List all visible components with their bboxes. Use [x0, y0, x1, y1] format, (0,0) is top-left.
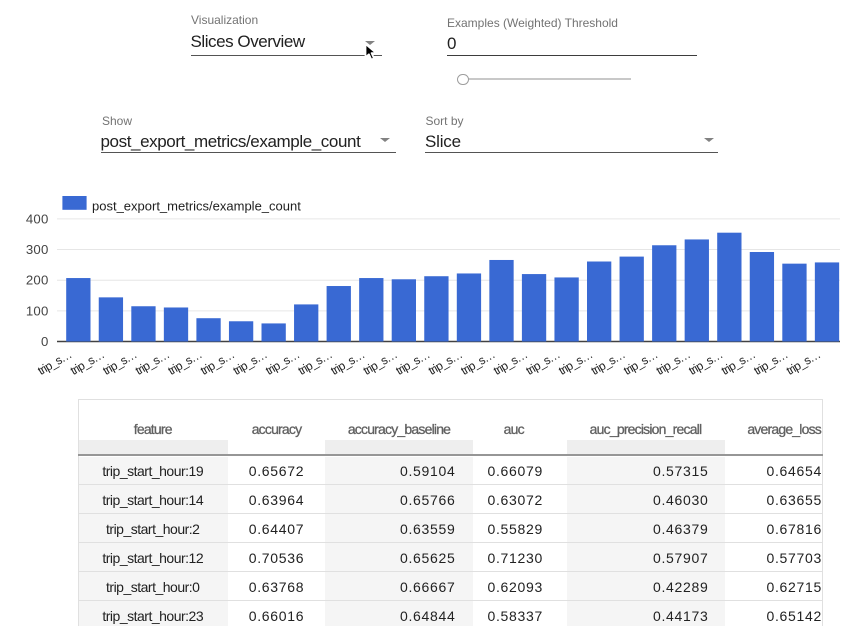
svg-text:trip_s…: trip_s…	[524, 347, 563, 377]
svg-text:0: 0	[41, 334, 49, 349]
svg-text:trip_s…: trip_s…	[491, 347, 530, 377]
svg-text:trip_s…: trip_s…	[35, 347, 74, 377]
svg-text:400: 400	[26, 211, 49, 226]
svg-text:200: 200	[26, 273, 49, 288]
svg-text:trip_s…: trip_s…	[621, 347, 660, 377]
svg-text:trip_s…: trip_s…	[328, 347, 367, 377]
svg-text:trip_s…: trip_s…	[556, 347, 595, 377]
svg-text:trip_s…: trip_s…	[654, 347, 693, 377]
svg-text:300: 300	[26, 242, 49, 257]
svg-text:trip_s…: trip_s…	[784, 347, 823, 377]
svg-text:trip_s…: trip_s…	[426, 347, 465, 377]
svg-text:trip_s…: trip_s…	[751, 347, 790, 377]
svg-text:trip_s…: trip_s…	[686, 347, 725, 377]
svg-text:trip_s…: trip_s…	[133, 347, 172, 377]
svg-text:trip_s…: trip_s…	[100, 347, 139, 377]
svg-text:trip_s…: trip_s…	[296, 347, 335, 377]
svg-text:100: 100	[26, 303, 49, 318]
svg-text:trip_s…: trip_s…	[165, 347, 204, 377]
svg-text:trip_s…: trip_s…	[719, 347, 758, 377]
svg-text:trip_s…: trip_s…	[68, 347, 107, 377]
svg-text:trip_s…: trip_s…	[589, 347, 628, 377]
svg-text:trip_s…: trip_s…	[361, 347, 400, 377]
svg-text:trip_s…: trip_s…	[231, 347, 270, 377]
svg-text:post_export_metrics/example_co: post_export_metrics/example_count	[92, 198, 301, 213]
svg-text:trip_s…: trip_s…	[198, 347, 237, 377]
svg-text:trip_s…: trip_s…	[458, 347, 497, 377]
svg-text:trip_s…: trip_s…	[263, 347, 302, 377]
svg-text:trip_s…: trip_s…	[393, 347, 432, 377]
